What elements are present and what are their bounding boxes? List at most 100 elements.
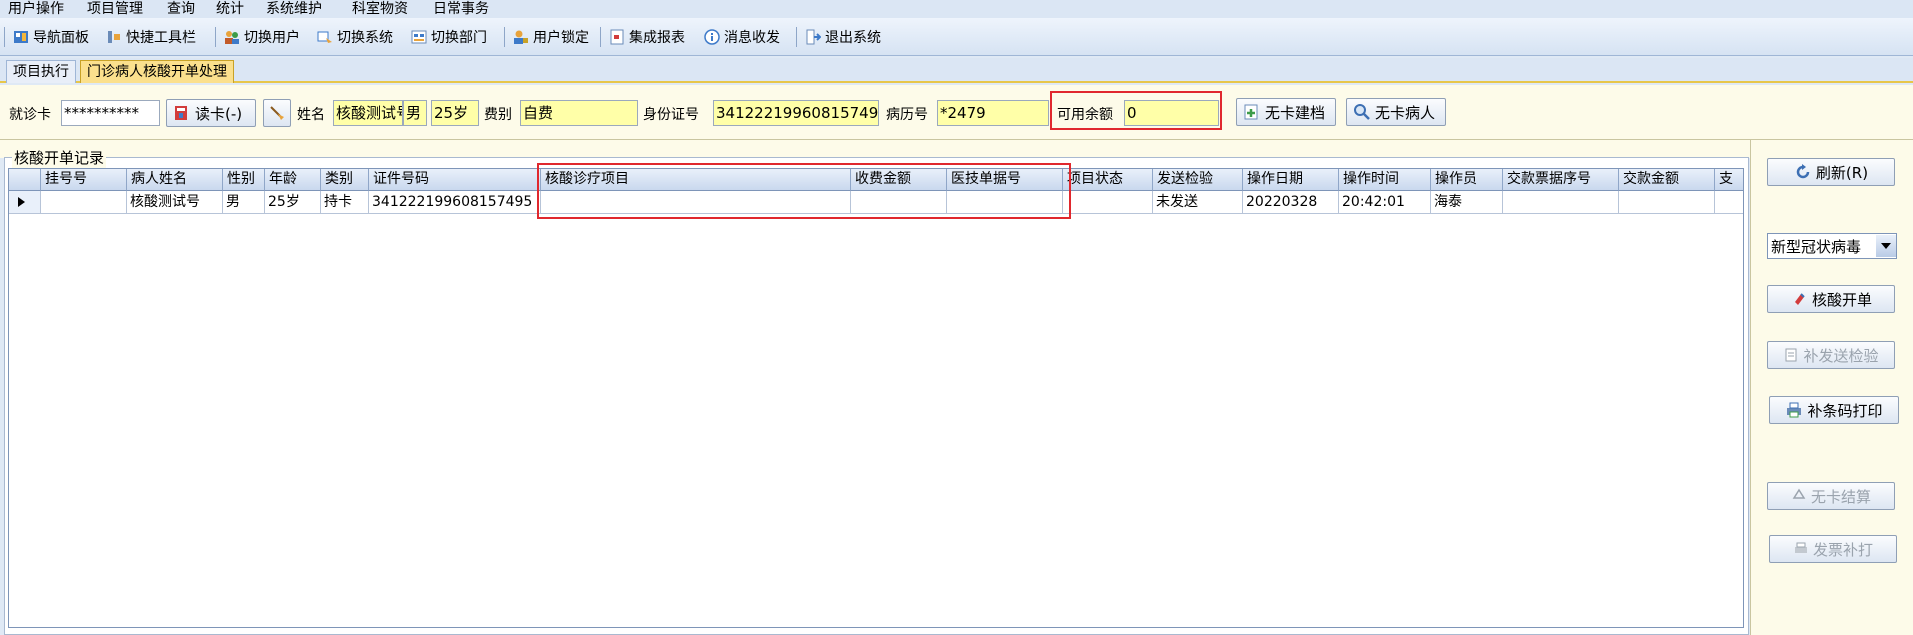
table-cell[interactable]: 核酸测试号 xyxy=(127,191,223,214)
menu-supplies[interactable]: 科室物资 xyxy=(352,0,408,18)
column-header[interactable]: 发送检验 xyxy=(1153,169,1243,191)
column-header[interactable]: 挂号号 xyxy=(41,169,127,191)
table-cell[interactable] xyxy=(41,191,127,214)
no-card-patient-button[interactable]: 无卡病人 xyxy=(1346,98,1446,126)
table-cell[interactable]: 持卡 xyxy=(321,191,369,214)
toolbar-separator xyxy=(796,27,797,47)
column-header[interactable]: 交款金额 xyxy=(1619,169,1715,191)
column-header[interactable]: 类别 xyxy=(321,169,369,191)
users-icon xyxy=(225,31,239,44)
balance-input[interactable]: 0 xyxy=(1124,100,1219,126)
virus-type-value: 新型冠状病毒 xyxy=(1771,237,1862,256)
menu-project[interactable]: 项目管理 xyxy=(87,0,143,18)
switch-user-button[interactable]: 切换用户 xyxy=(224,26,300,48)
card-input[interactable]: ********** xyxy=(61,100,160,126)
report-icon xyxy=(610,29,624,45)
document-icon xyxy=(1785,348,1797,362)
table-cell[interactable] xyxy=(541,191,851,214)
user-lock-icon xyxy=(514,30,528,44)
invoice-reprint-button[interactable]: 发票补打 xyxy=(1769,535,1897,563)
table-cell[interactable]: 341222199608157495 xyxy=(369,191,541,214)
switch-icon xyxy=(317,31,332,43)
refresh-button[interactable]: 刷新(R) xyxy=(1767,158,1895,186)
column-header[interactable]: 医技单据号 xyxy=(947,169,1063,191)
column-header[interactable]: 操作员 xyxy=(1431,169,1503,191)
switch-dept-button[interactable]: 切换部门 xyxy=(411,26,487,48)
report-button[interactable]: 集成报表 xyxy=(609,26,685,48)
no-card-file-button[interactable]: 无卡建档 xyxy=(1236,98,1336,126)
card-label: 就诊卡 xyxy=(9,107,51,123)
fee-label: 费别 xyxy=(484,107,512,123)
id-label: 身份证号 xyxy=(643,107,699,123)
nav-panel-button[interactable]: 导航面板 xyxy=(13,26,89,48)
column-header[interactable]: 年龄 xyxy=(265,169,321,191)
table-cell[interactable]: 20220328 xyxy=(1243,191,1339,214)
no-card-patient-label: 无卡病人 xyxy=(1375,103,1436,122)
exit-button[interactable]: 退出系统 xyxy=(805,26,881,48)
barcode-print-button[interactable]: 补条码打印 xyxy=(1769,396,1899,424)
table-cell[interactable] xyxy=(1619,191,1715,214)
barcode-print-label: 补条码打印 xyxy=(1807,401,1883,420)
table-cell[interactable] xyxy=(1715,191,1743,214)
sex-input[interactable]: 男 xyxy=(403,100,427,126)
tab-project-exec[interactable]: 项目执行 xyxy=(6,60,76,83)
balance-label: 可用余额 xyxy=(1057,107,1113,123)
resend-test-button[interactable]: 补发送检验 xyxy=(1767,341,1895,369)
exit-label: 退出系统 xyxy=(825,30,881,46)
lock-user-button[interactable]: 用户锁定 xyxy=(513,26,589,48)
table-cell[interactable] xyxy=(947,191,1063,214)
table-cell[interactable]: 25岁 xyxy=(265,191,321,214)
menu-query[interactable]: 查询 xyxy=(167,0,195,18)
table-cell[interactable]: 男 xyxy=(223,191,265,214)
name-input[interactable]: 核酸测试号 xyxy=(333,100,403,126)
table-cell[interactable] xyxy=(1503,191,1619,214)
magnifier-icon xyxy=(1354,104,1370,120)
column-header[interactable]: 操作日期 xyxy=(1243,169,1339,191)
switch-system-label: 切换系统 xyxy=(337,30,393,46)
menu-daily[interactable]: 日常事务 xyxy=(433,0,489,18)
menu-sys[interactable]: 系统维护 xyxy=(266,0,322,18)
report-label: 集成报表 xyxy=(629,30,685,46)
fee-input[interactable]: 自费 xyxy=(520,100,638,126)
column-header[interactable]: 收费金额 xyxy=(851,169,947,191)
message-button[interactable]: 消息收发 xyxy=(704,26,780,48)
clear-button[interactable] xyxy=(263,99,291,127)
toolbar-separator xyxy=(504,27,505,47)
quick-toolbar-button[interactable]: 快捷工具栏 xyxy=(106,26,196,48)
row-selector[interactable] xyxy=(9,191,41,214)
age-input[interactable]: 25岁 xyxy=(431,100,479,126)
switch-system-button[interactable]: 切换系统 xyxy=(317,26,393,48)
column-header[interactable]: 证件号码 xyxy=(369,169,541,191)
table-cell[interactable]: 20:42:01 xyxy=(1339,191,1431,214)
printer-icon xyxy=(1794,542,1807,553)
id-input[interactable]: 341222199608157495 xyxy=(713,100,879,126)
column-header[interactable]: 支 xyxy=(1715,169,1743,191)
table-cell[interactable] xyxy=(1063,191,1153,214)
read-card-button[interactable]: 读卡(-) xyxy=(166,99,256,127)
nucleic-order-button[interactable]: 核酸开单 xyxy=(1767,285,1895,313)
record-label: 病历号 xyxy=(886,107,928,123)
tab-strip: 项目执行 门诊病人核酸开单处理 xyxy=(0,58,1913,83)
column-header[interactable]: 项目状态 xyxy=(1063,169,1153,191)
column-header[interactable]: 交款票据序号 xyxy=(1503,169,1619,191)
table-cell[interactable]: 海泰 xyxy=(1431,191,1503,214)
toolbar-separator xyxy=(215,27,216,47)
department-icon xyxy=(411,30,427,44)
chevron-down-icon[interactable] xyxy=(1876,235,1896,257)
tab-nucleic-order[interactable]: 门诊病人核酸开单处理 xyxy=(80,60,234,83)
toolbar: 导航面板 快捷工具栏 切换用户 切换系统 切换部门 用户锁定 集成报表 消息收发… xyxy=(0,18,1913,56)
column-header[interactable]: 操作时间 xyxy=(1339,169,1431,191)
table-cell[interactable] xyxy=(851,191,947,214)
no-card-settle-label: 无卡结算 xyxy=(1810,487,1871,506)
table-cell[interactable]: 未发送 xyxy=(1153,191,1243,214)
record-input[interactable]: *2479 xyxy=(937,100,1049,126)
no-card-settle-button[interactable]: 无卡结算 xyxy=(1767,482,1895,510)
virus-type-select[interactable]: 新型冠状病毒 xyxy=(1767,233,1897,259)
column-header[interactable]: 病人姓名 xyxy=(127,169,223,191)
menu-stats[interactable]: 统计 xyxy=(216,0,244,18)
column-header[interactable]: 性别 xyxy=(223,169,265,191)
refresh-label: 刷新(R) xyxy=(1815,163,1869,182)
recycle-icon xyxy=(1792,488,1806,499)
menu-user-ops[interactable]: 用户操作 xyxy=(8,0,64,18)
column-header[interactable]: 核酸诊疗项目 xyxy=(541,169,851,191)
